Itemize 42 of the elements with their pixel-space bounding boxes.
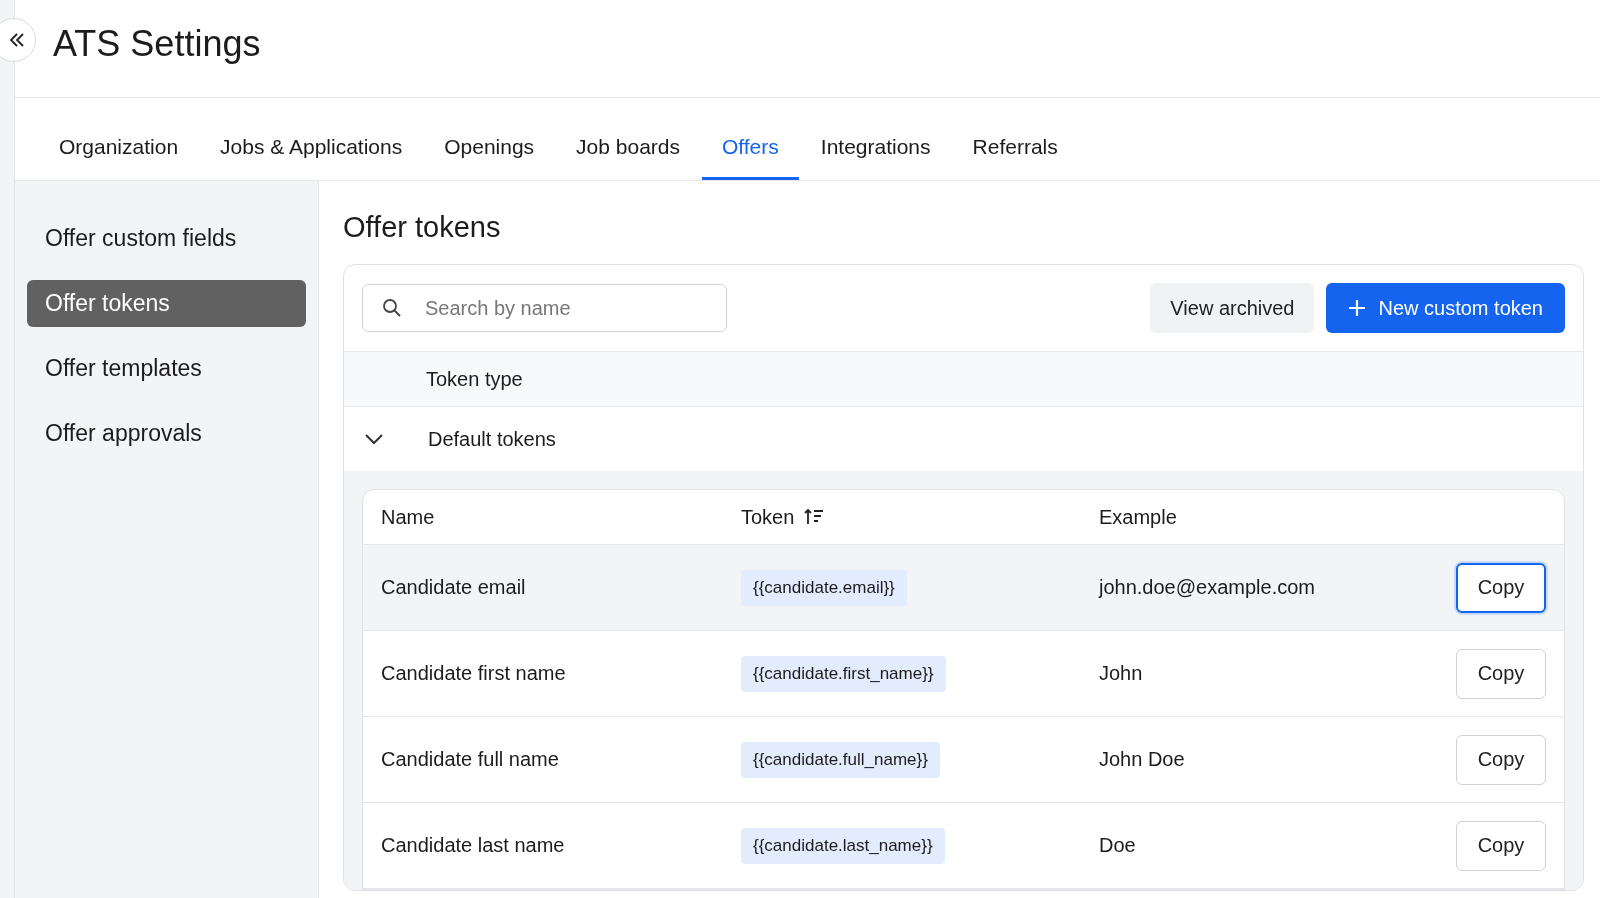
sidebar-item[interactable]: Offer custom fields — [27, 215, 306, 262]
column-header: Token type — [426, 367, 523, 391]
token-example: John — [1099, 662, 1144, 685]
section-heading: Offer tokens — [343, 211, 502, 244]
group-label: Default tokens — [428, 427, 556, 451]
token-code: {{candidate.email}} — [741, 569, 907, 606]
token-example: Doe — [1099, 834, 1137, 857]
tab[interactable]: Jobs & Applications — [200, 98, 423, 180]
tab[interactable]: Offers — [702, 98, 799, 180]
token-code: {{candidate.last_name}} — [741, 827, 945, 864]
view-archived-button[interactable]: View archived — [1150, 283, 1315, 333]
tab[interactable]: Integrations — [800, 98, 951, 180]
tab[interactable]: Openings — [424, 98, 555, 180]
tab[interactable]: Job boards — [556, 98, 700, 180]
sidebar-item[interactable]: Offer templates — [27, 345, 306, 392]
plus-icon — [1348, 299, 1367, 317]
copy-button[interactable]: Copy — [1456, 648, 1546, 699]
sidebar-item[interactable]: Offer tokens — [27, 280, 306, 327]
new-token-button[interactable]: New custom token — [1326, 283, 1565, 333]
copy-button[interactable]: Copy — [1456, 820, 1546, 871]
collapse-button[interactable] — [0, 18, 36, 62]
search-field[interactable]: Search by name — [362, 284, 727, 332]
token-example: John Doe — [1099, 748, 1186, 771]
sort-icon[interactable] — [804, 508, 825, 526]
token-name: Candidate last name — [381, 834, 566, 857]
column-header: Example — [1099, 505, 1178, 529]
search-icon — [382, 298, 402, 318]
token-code: {{candidate.full_name}} — [741, 741, 940, 778]
sidebar-item[interactable]: Offer approvals — [27, 410, 306, 457]
page-title: ATS Settings — [53, 22, 261, 65]
column-header[interactable]: Token — [741, 505, 795, 529]
token-example: john.doe@example.com — [1099, 576, 1316, 599]
chevron-icon[interactable] — [364, 433, 384, 445]
token-name: Candidate full name — [381, 748, 560, 771]
token-name: Candidate email — [381, 576, 527, 599]
token-code: {{candidate.first_name}} — [741, 655, 946, 692]
token-name: Candidate first name — [381, 662, 567, 685]
copy-button[interactable]: Copy — [1456, 562, 1546, 613]
copy-button[interactable]: Copy — [1456, 734, 1546, 785]
tab[interactable]: Organization — [39, 98, 199, 180]
tab[interactable]: Referrals — [952, 98, 1078, 180]
column-header: Name — [381, 505, 436, 529]
